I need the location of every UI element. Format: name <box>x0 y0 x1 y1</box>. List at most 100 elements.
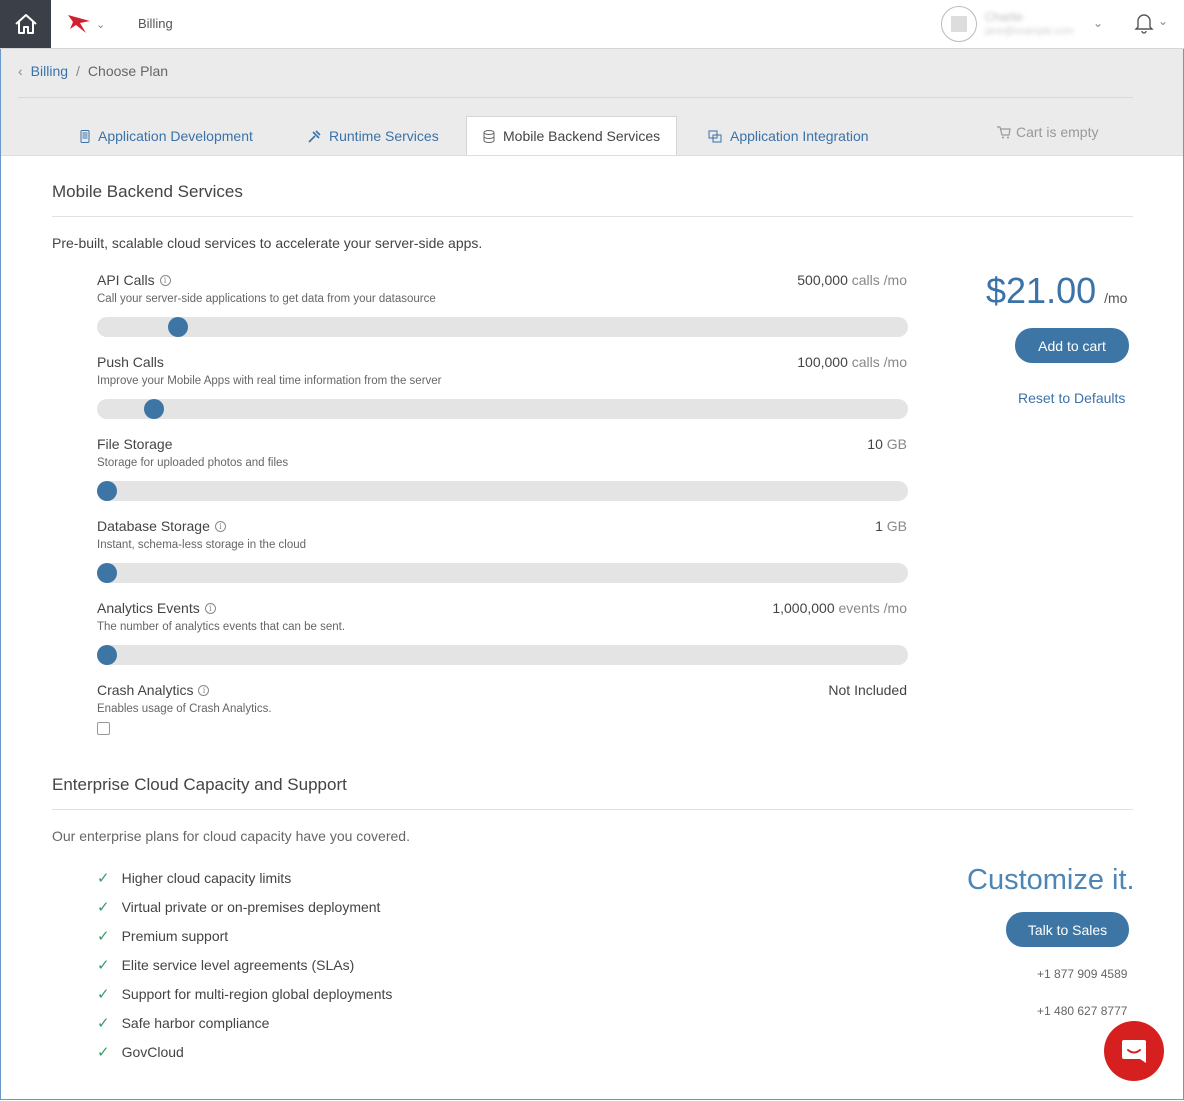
breadcrumb-separator: / <box>76 63 80 79</box>
analytics-events-value: 1,000,000 events /mo <box>772 600 907 616</box>
tools-icon <box>308 129 321 143</box>
row-label-text: API Calls <box>97 272 155 288</box>
slider-handle[interactable] <box>97 645 117 665</box>
value-number: 100,000 <box>797 354 848 370</box>
database-storage-value: 1 GB <box>875 518 907 534</box>
value-unit: GB <box>882 436 907 452</box>
analytics-events-slider[interactable] <box>97 645 908 665</box>
chevron-down-icon: ⌄ <box>96 18 106 31</box>
value-number: 10 <box>867 436 883 452</box>
integration-icon <box>708 130 722 142</box>
phone-number[interactable]: +1 480 627 8777 <box>1037 1004 1127 1018</box>
mobile-icon <box>80 129 90 143</box>
check-icon: ✓ <box>97 1015 110 1032</box>
push-calls-slider[interactable] <box>97 399 908 419</box>
top-bar: ⌄ Billing Charlie jane@example.com ⌄ ⌄ <box>0 0 1184 49</box>
slider-handle[interactable] <box>144 399 164 419</box>
info-icon[interactable]: i <box>159 274 171 286</box>
phone-number[interactable]: +1 877 909 4589 <box>1037 967 1127 981</box>
tab-label: Mobile Backend Services <box>503 128 661 144</box>
price-period: /mo <box>1104 290 1128 306</box>
cart-status[interactable]: Cart is empty <box>997 124 1098 140</box>
database-storage-slider[interactable] <box>97 563 908 583</box>
value-unit: events /mo <box>834 600 908 616</box>
user-email: jane@example.com <box>985 26 1074 37</box>
cart-icon <box>997 125 1011 138</box>
chat-launcher-button[interactable] <box>1104 1021 1164 1081</box>
app-logo-switcher[interactable]: ⌄ <box>66 12 112 36</box>
tab-application-development[interactable]: Application Development <box>80 117 253 155</box>
slider-handle[interactable] <box>97 481 117 501</box>
info-icon[interactable]: i <box>214 520 226 532</box>
add-to-cart-button[interactable]: Add to cart <box>1015 328 1129 363</box>
file-storage-slider[interactable] <box>97 481 908 501</box>
push-calls-label: Push Calls <box>97 354 164 370</box>
feature-item: ✓ GovCloud <box>97 1043 184 1061</box>
feature-item: ✓ Support for multi-region global deploym… <box>97 985 392 1003</box>
value-unit: calls /mo <box>847 272 907 288</box>
chevron-down-icon: ⌄ <box>1093 16 1104 30</box>
home-icon <box>14 14 37 34</box>
bell-icon <box>1134 14 1154 34</box>
row-label-text: Database Storage <box>97 518 210 534</box>
avatar <box>941 6 977 42</box>
notifications-button[interactable] <box>1134 12 1154 39</box>
feature-text: Higher cloud capacity limits <box>121 870 292 886</box>
crash-analytics-label: Crash Analytics i <box>97 682 210 698</box>
home-button[interactable] <box>0 0 51 48</box>
talk-to-sales-button[interactable]: Talk to Sales <box>1006 912 1129 947</box>
tab-label: Runtime Services <box>329 128 439 144</box>
value-number: 500,000 <box>797 272 848 288</box>
crash-analytics-checkbox[interactable] <box>97 722 110 735</box>
row-label-text: Push Calls <box>97 354 164 370</box>
feature-text: Virtual private or on-premises deploymen… <box>121 899 381 915</box>
api-calls-value: 500,000 calls /mo <box>797 272 907 288</box>
api-calls-label: API Calls i <box>97 272 171 288</box>
topbar-section-title: Billing <box>138 16 173 31</box>
crash-analytics-desc: Enables usage of Crash Analytics. <box>97 703 272 715</box>
row-label-text: File Storage <box>97 436 173 452</box>
divider <box>18 97 1133 98</box>
reset-defaults-link[interactable]: Reset to Defaults <box>1018 390 1125 406</box>
user-name: Charlie <box>985 10 1024 24</box>
chevron-down-icon: ⌄ <box>1158 14 1169 28</box>
info-icon[interactable]: i <box>198 684 210 696</box>
tab-application-integration[interactable]: Application Integration <box>708 117 869 155</box>
feature-text: Premium support <box>121 928 229 944</box>
crash-analytics-value: Not Included <box>828 682 907 698</box>
feature-text: Support for multi-region global deployme… <box>121 986 393 1002</box>
feature-text: Elite service level agreements (SLAs) <box>121 957 355 973</box>
breadcrumb: ‹ Billing / Choose Plan <box>18 63 168 79</box>
row-label-text: Crash Analytics <box>97 682 194 698</box>
api-calls-desc: Call your server-side applications to ge… <box>97 293 436 305</box>
user-menu[interactable]: Charlie jane@example.com ⌄ <box>941 6 1111 42</box>
info-icon[interactable]: i <box>204 602 216 614</box>
section-intro: Pre-built, scalable cloud services to ac… <box>52 235 483 251</box>
price-amount: $21.00 <box>986 270 1097 311</box>
tab-label: Application Development <box>98 128 253 144</box>
check-icon: ✓ <box>97 928 110 945</box>
feature-item: ✓ Virtual private or on-premises deployme… <box>97 898 380 916</box>
price-display: $21.00 /mo <box>986 270 1127 312</box>
feature-item: ✓ Elite service level agreements (SLAs) <box>97 956 354 974</box>
tab-runtime-services[interactable]: Runtime Services <box>307 117 439 155</box>
section-intro: Our enterprise plans for cloud capacity … <box>52 828 410 844</box>
push-calls-desc: Improve your Mobile Apps with real time … <box>97 375 442 387</box>
slider-handle[interactable] <box>97 563 117 583</box>
cart-label: Cart is empty <box>1016 124 1099 140</box>
slider-handle[interactable] <box>168 317 188 337</box>
breadcrumb-billing-link[interactable]: Billing <box>31 63 68 79</box>
value-number: 1 <box>875 518 883 534</box>
check-icon: ✓ <box>97 957 110 974</box>
feature-item: ✓ Safe harbor compliance <box>97 1014 269 1032</box>
value-unit: calls /mo <box>847 354 907 370</box>
api-calls-slider[interactable] <box>97 317 908 337</box>
check-icon: ✓ <box>97 1044 110 1061</box>
customize-heading: Customize it. <box>967 864 1135 896</box>
database-storage-label: Database Storage i <box>97 518 226 534</box>
file-storage-desc: Storage for uploaded photos and files <box>97 457 289 469</box>
feature-text: Safe harbor compliance <box>121 1015 270 1031</box>
check-icon: ✓ <box>97 986 110 1003</box>
tab-mobile-backend-services[interactable]: Mobile Backend Services <box>466 116 678 155</box>
logo-icon <box>68 15 90 33</box>
